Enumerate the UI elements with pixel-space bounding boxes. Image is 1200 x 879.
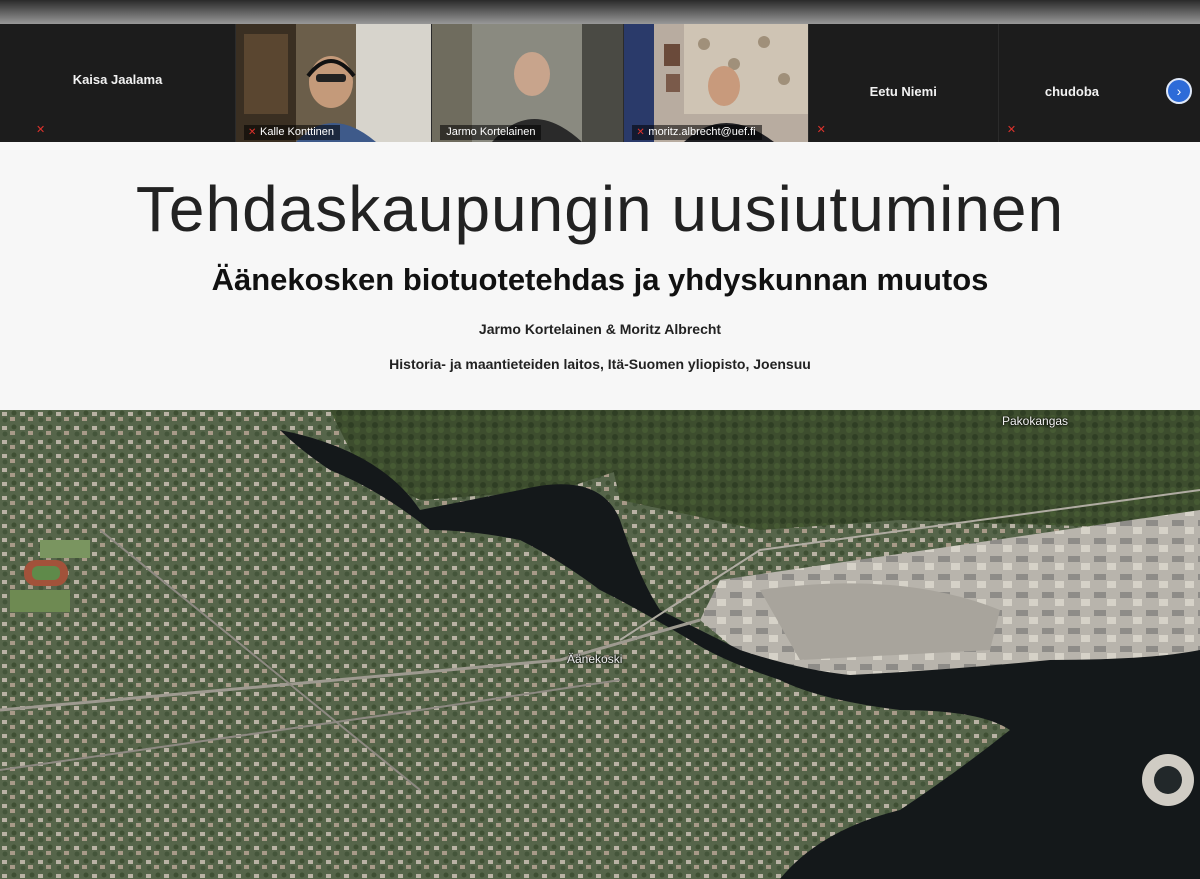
participant-tile[interactable]: chudoba ✕ › <box>998 24 1200 142</box>
participant-name: moritz.albrecht@uef.fi <box>648 126 756 138</box>
participant-name-tag: ✕ moritz.albrecht@uef.fi <box>632 125 762 140</box>
map-label-town: Äänekoski <box>567 652 623 666</box>
participant-name-tag: Jarmo Kortelainen <box>440 125 542 140</box>
participant-tile[interactable]: Eetu Niemi ✕ <box>808 24 999 142</box>
mic-muted-icon: ✕ <box>36 124 46 136</box>
mic-muted-icon: ✕ <box>636 127 645 138</box>
participant-tile-active-speaker[interactable]: Jarmo Kortelainen <box>432 24 625 142</box>
slide-affiliation: Historia- ja maantieteiden laitos, Itä-S… <box>389 356 811 372</box>
slide-subtitle: Äänekosken biotuotetehdas ja yhdyskunnan… <box>211 262 989 297</box>
participant-tile[interactable]: ✕ Kalle Konttinen <box>236 24 433 142</box>
chevron-right-icon[interactable]: › <box>1166 78 1192 104</box>
slide-authors: Jarmo Kortelainen & Moritz Albrecht <box>478 321 722 337</box>
map-label-district: Pakokangas <box>1002 414 1069 428</box>
mic-muted-icon: ✕ <box>248 127 257 138</box>
aerial-photo <box>0 410 1200 879</box>
aerial-map-image: Äänekoski Pakokangas <box>0 410 1200 879</box>
mic-muted-icon: ✕ <box>1006 124 1017 136</box>
participant-name: Kaisa Jaalama <box>72 72 163 87</box>
participant-name-tag: ✕ Kalle Konttinen <box>244 125 341 140</box>
participant-name: Jarmo Kortelainen <box>446 126 536 138</box>
mic-muted-icon: ✕ <box>816 124 826 136</box>
shared-slide: Tehdaskaupungin uusiutuminen Äänekosken … <box>0 142 1200 432</box>
slide-title: Tehdaskaupungin uusiutuminen <box>135 173 1065 245</box>
participant-tile[interactable]: Kaisa Jaalama ✕ <box>0 24 237 142</box>
participant-name: Kalle Konttinen <box>260 126 335 138</box>
screen: Kaisa Jaalama ✕ ✕ Kalle Konttinen Jarmo … <box>0 0 1200 879</box>
participant-name: Eetu Niemi <box>869 84 937 99</box>
participant-gallery: Kaisa Jaalama ✕ ✕ Kalle Konttinen Jarmo … <box>0 24 1200 142</box>
participant-tile[interactable]: ✕ moritz.albrecht@uef.fi <box>624 24 809 142</box>
